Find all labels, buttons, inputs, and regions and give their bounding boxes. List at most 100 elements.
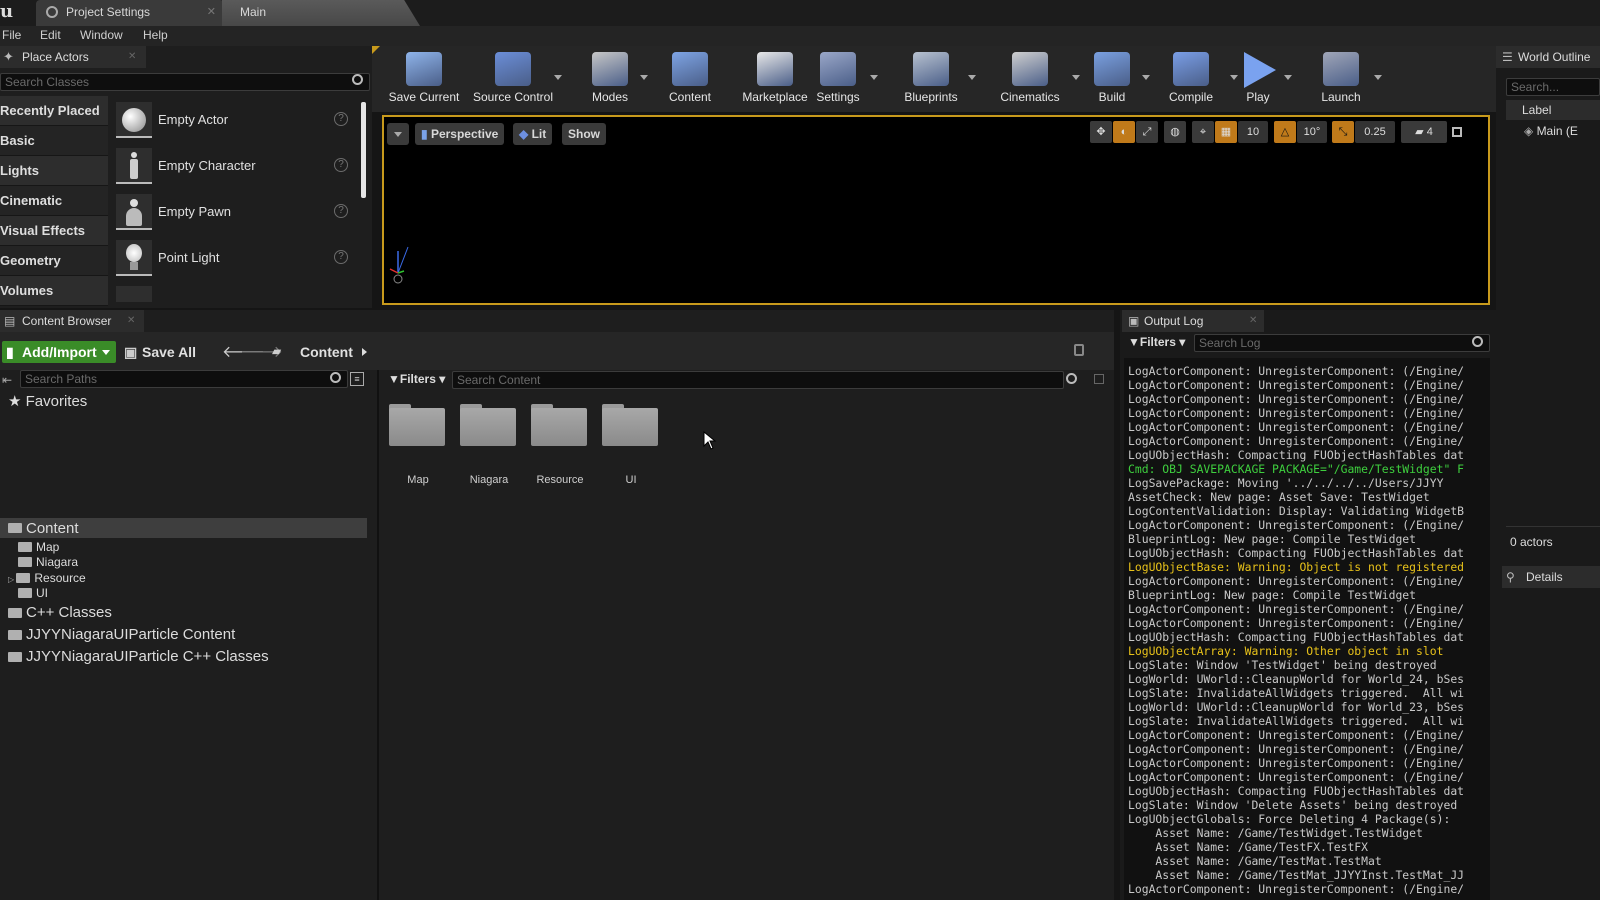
- filters-button[interactable]: ▼Filters ▾: [388, 372, 445, 386]
- category-geometry[interactable]: Geometry: [0, 246, 108, 275]
- tree-item-cpp-classes[interactable]: C++ Classes: [8, 604, 112, 621]
- help-icon[interactable]: ?: [334, 250, 348, 264]
- chevron-down-icon[interactable]: [1142, 75, 1150, 80]
- launch-button[interactable]: Launch: [1310, 48, 1372, 106]
- close-tab-icon[interactable]: ✕: [128, 46, 136, 68]
- modes-button[interactable]: Modes: [582, 48, 638, 106]
- marketplace-button[interactable]: Marketplace: [732, 48, 818, 106]
- menu-help[interactable]: Help: [143, 28, 168, 42]
- source-control-button[interactable]: Source Control: [464, 48, 562, 106]
- actor-point-light[interactable]: Point Light ?: [110, 236, 358, 282]
- tree-item-plugin-content[interactable]: JJYYNiagaraUIParticle Content: [8, 626, 235, 643]
- log-filters-button[interactable]: ▼Filters ▾: [1128, 335, 1185, 349]
- category-visual-effects[interactable]: Visual Effects: [0, 216, 108, 245]
- chevron-down-icon[interactable]: [870, 75, 878, 80]
- menu-file[interactable]: File: [2, 28, 21, 42]
- content-button[interactable]: Content: [664, 48, 716, 106]
- settings-button[interactable]: Settings: [808, 48, 868, 106]
- cinematics-button[interactable]: Cinematics: [990, 48, 1070, 106]
- chevron-down-icon[interactable]: [554, 75, 562, 80]
- build-button[interactable]: Build: [1084, 48, 1140, 106]
- search-content-input[interactable]: Search Content: [452, 371, 1064, 389]
- grid-snap-icon[interactable]: ▦: [1215, 121, 1237, 143]
- viewport-options-button[interactable]: [387, 123, 409, 145]
- save-all-button[interactable]: ▣ Save All: [124, 341, 196, 363]
- search-classes-input[interactable]: Search Classes: [0, 73, 370, 91]
- blueprints-button[interactable]: Blueprints: [896, 48, 966, 106]
- actor-empty-pawn[interactable]: Empty Pawn ?: [110, 190, 358, 236]
- actor-empty-character[interactable]: Empty Character ?: [110, 144, 358, 190]
- chevron-down-icon[interactable]: [968, 75, 976, 80]
- tree-content-root[interactable]: Content: [0, 518, 367, 538]
- rotate-tool-icon[interactable]: ◐: [1113, 121, 1135, 143]
- category-recently-placed[interactable]: Recently Placed: [0, 96, 108, 125]
- help-icon[interactable]: ?: [334, 158, 348, 172]
- outliner-item-main[interactable]: ◈ Main (E: [1524, 124, 1578, 138]
- collapse-sources-icon[interactable]: ⇤: [2, 373, 12, 387]
- category-lights[interactable]: Lights: [0, 156, 108, 185]
- grid-snap-value[interactable]: 10: [1238, 121, 1268, 143]
- translate-tool-icon[interactable]: ✥: [1090, 121, 1112, 143]
- outliner-search-input[interactable]: Search...: [1506, 78, 1600, 96]
- category-basic[interactable]: Basic: [0, 126, 108, 155]
- actor-empty-actor[interactable]: Empty Actor ?: [110, 98, 358, 144]
- menu-window[interactable]: Window: [80, 28, 123, 42]
- tab-world-outliner[interactable]: ☰ World Outline: [1496, 46, 1600, 68]
- tree-item-ui[interactable]: UI: [18, 586, 48, 600]
- add-import-button[interactable]: ▮ Add/Import: [2, 341, 116, 363]
- scale-tool-icon[interactable]: ⤢: [1136, 121, 1158, 143]
- scale-snap-value[interactable]: 0.25: [1355, 121, 1395, 143]
- tree-item-niagara[interactable]: Niagara: [18, 555, 78, 569]
- tab-output-log[interactable]: ▣ Output Log ✕: [1122, 310, 1264, 332]
- maximize-viewport-icon[interactable]: [1452, 127, 1462, 137]
- menu-edit[interactable]: Edit: [40, 28, 61, 42]
- category-volumes[interactable]: Volumes: [0, 276, 108, 305]
- level-viewport[interactable]: ▮ Perspective ◆ Lit Show ✥ ◐ ⤢ ◍ ⌖ ▦ 10 …: [382, 115, 1490, 305]
- folder-tile-ui[interactable]: UI: [602, 404, 662, 496]
- rotation-snap-icon[interactable]: △: [1274, 121, 1296, 143]
- search-log-input[interactable]: Search Log: [1194, 334, 1490, 352]
- folder-tile-niagara[interactable]: Niagara: [460, 404, 520, 496]
- save-search-icon[interactable]: [1094, 374, 1104, 384]
- tree-item-resource[interactable]: ▷ Resource: [8, 571, 86, 585]
- world-space-icon[interactable]: ◍: [1164, 121, 1186, 143]
- help-icon[interactable]: ?: [334, 112, 348, 126]
- lock-icon[interactable]: [1074, 344, 1084, 356]
- lit-button[interactable]: ◆ Lit: [513, 123, 553, 145]
- camera-speed-button[interactable]: ▰ 4: [1401, 121, 1447, 143]
- tab-content-browser[interactable]: ▤ Content Browser ✕: [0, 310, 144, 332]
- close-tab-icon[interactable]: ✕: [207, 5, 216, 18]
- show-button[interactable]: Show: [562, 123, 606, 145]
- close-tab-icon[interactable]: ✕: [1249, 310, 1257, 332]
- tab-main[interactable]: Main: [222, 0, 420, 26]
- perspective-button[interactable]: ▮ Perspective: [415, 123, 505, 145]
- breadcrumb-arrow-icon[interactable]: [362, 348, 367, 356]
- tab-place-actors[interactable]: ✦ Place Actors ✕: [0, 46, 146, 68]
- tree-item-map[interactable]: Map: [18, 540, 59, 554]
- scale-snap-icon[interactable]: ⤡: [1332, 121, 1354, 143]
- folder-tile-map[interactable]: Map: [389, 404, 449, 496]
- tree-item-plugin-cpp[interactable]: JJYYNiagaraUIParticle C++ Classes: [8, 648, 269, 665]
- view-options-icon[interactable]: ≡: [350, 372, 364, 386]
- outliner-label-column[interactable]: Label: [1506, 100, 1600, 120]
- chevron-down-icon[interactable]: [1374, 75, 1382, 80]
- tab-project-settings[interactable]: Project Settings ✕: [36, 0, 224, 26]
- rotation-snap-value[interactable]: 10°: [1297, 121, 1327, 143]
- play-button[interactable]: Play: [1234, 48, 1282, 106]
- splitter[interactable]: [377, 370, 379, 900]
- chevron-down-icon[interactable]: [1284, 75, 1292, 80]
- breadcrumb-content[interactable]: Content: [300, 341, 353, 363]
- expand-arrow-icon[interactable]: ▷: [8, 575, 16, 584]
- chevron-down-icon[interactable]: [1072, 75, 1080, 80]
- save-current-button[interactable]: Save Current: [384, 48, 464, 106]
- compile-button[interactable]: Compile: [1154, 48, 1228, 106]
- category-cinematic[interactable]: Cinematic: [0, 186, 108, 215]
- folder-tile-resource[interactable]: Resource: [531, 404, 591, 496]
- favorites-section[interactable]: ★ Favorites: [8, 392, 87, 410]
- chevron-down-icon[interactable]: [640, 75, 648, 80]
- search-paths-input[interactable]: Search Paths: [20, 370, 348, 388]
- surface-snap-icon[interactable]: ⌖: [1192, 121, 1214, 143]
- close-tab-icon[interactable]: ✕: [127, 310, 135, 332]
- tab-details[interactable]: ⚲ Details: [1502, 566, 1600, 588]
- actor-list-scrollbar[interactable]: [361, 102, 366, 198]
